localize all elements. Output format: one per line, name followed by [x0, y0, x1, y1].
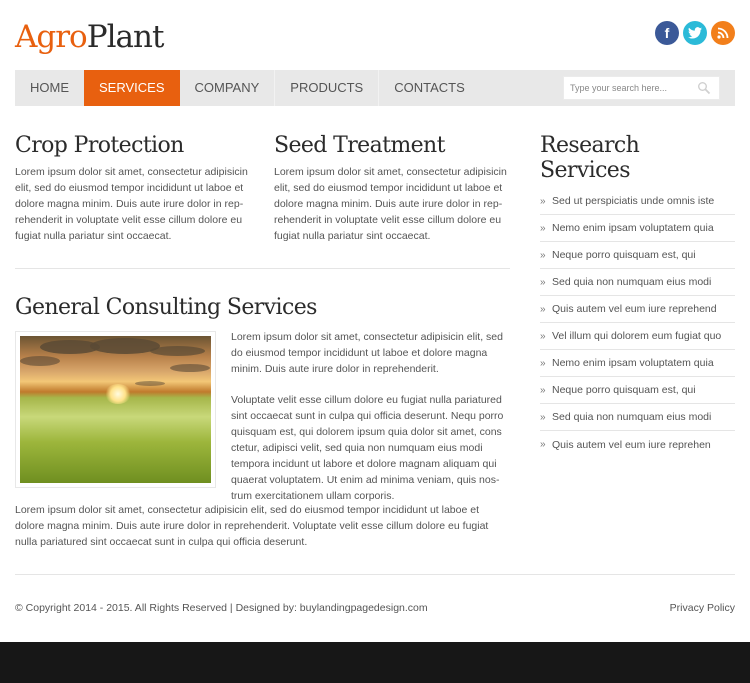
list-item[interactable]: » Sed quia non numquam eius modi	[540, 404, 735, 431]
list-item[interactable]: » Neque porro quisquam est, qui	[540, 377, 735, 404]
list-item[interactable]: » Nemo enim ipsam voluptatem quia	[540, 215, 735, 242]
list-item-label: Neque porro quisquam est, qui	[552, 384, 696, 396]
research-services-list: » Sed ut perspiciatis unde omnis iste » Ne…	[540, 188, 735, 458]
search-input[interactable]	[564, 77, 694, 99]
seed-treatment-section: Seed Treatment Lorem ipsum dolor sit ame…	[274, 133, 514, 244]
list-item[interactable]: » Sed ut perspiciatis unde omnis iste	[540, 188, 735, 215]
list-item-label: Nemo enim ipsam voluptatem quia	[552, 357, 714, 369]
list-item-label: Nemo enim ipsam voluptatem quia	[552, 222, 714, 234]
list-item-label: Quis autem vel eum iure reprehen	[552, 438, 711, 451]
bullet-icon: »	[540, 411, 546, 423]
footer-divider	[15, 574, 735, 575]
bullet-icon: »	[540, 439, 546, 450]
copyright-text: © Copyright 2014 - 2015. All Rights Rese…	[15, 602, 428, 614]
list-item[interactable]: » Vel illum qui dolorem eum fugiat quo	[540, 323, 735, 350]
list-item-label: Quis autem vel eum iure reprehend	[552, 303, 717, 315]
bullet-icon: »	[540, 330, 546, 342]
bullet-icon: »	[540, 222, 546, 234]
social-links: f	[655, 21, 735, 45]
bullet-icon: »	[540, 195, 546, 207]
general-consulting-para2: Voluptate velit esse cillum dolore eu fu…	[231, 394, 504, 502]
search-icon[interactable]	[697, 81, 711, 95]
crop-protection-text: Lorem ipsum dolor sit amet, consectetur …	[15, 166, 248, 242]
crop-protection-section: Crop Protection Lorem ipsum dolor sit am…	[15, 133, 255, 244]
nav-home[interactable]: HOME	[15, 70, 84, 106]
nav-products[interactable]: PRODUCTS	[275, 70, 380, 106]
nav-services[interactable]: SERVICES	[84, 70, 180, 106]
privacy-policy-link[interactable]: Privacy Policy	[670, 602, 735, 614]
twitter-icon[interactable]	[683, 21, 707, 45]
facebook-icon[interactable]: f	[655, 21, 679, 45]
research-services-sidebar: Research Services » Sed ut perspiciatis u…	[540, 133, 735, 458]
list-item[interactable]: » Nemo enim ipsam voluptatem quia	[540, 350, 735, 377]
bullet-icon: »	[540, 303, 546, 315]
general-consulting-body: Lorem ipsum dolor sit amet, consectetur …	[231, 329, 511, 504]
header: AgroPlant f	[0, 0, 750, 70]
general-consulting-title: General Consulting Services	[15, 295, 317, 320]
nav-contacts[interactable]: CONTACTS	[379, 70, 480, 106]
search-box	[563, 76, 720, 100]
list-item-label: Sed quia non numquam eius modi	[552, 276, 712, 288]
list-item[interactable]: » Quis autem vel eum iure reprehend	[540, 296, 735, 323]
main-nav: HOME SERVICES COMPANY PRODUCTS CONTACTS	[15, 70, 735, 106]
logo[interactable]: AgroPlant	[15, 17, 165, 57]
wheat-field-photo	[20, 336, 211, 483]
list-item-label: Neque porro quisquam est, qui	[552, 249, 696, 261]
section-divider	[15, 268, 510, 269]
general-consulting-para1: Lorem ipsum dolor sit amet, consectetur …	[231, 331, 503, 375]
general-consulting-section: General Consulting Services Lorem ipsum …	[15, 295, 510, 548]
seed-treatment-text: Lorem ipsum dolor sit amet, consectetur …	[274, 166, 507, 242]
bullet-icon: »	[540, 276, 546, 288]
bullet-icon: »	[540, 384, 546, 396]
list-item-label: Sed quia non numquam eius modi	[552, 411, 712, 423]
logo-plant: Plant	[86, 19, 165, 55]
logo-agro: Agro	[15, 19, 88, 55]
research-services-title: Research Services	[540, 133, 640, 183]
bottom-bar	[0, 642, 750, 683]
list-item-label: Vel illum qui dolorem eum fugiat quo	[552, 330, 722, 342]
seed-treatment-title: Seed Treatment	[274, 133, 445, 158]
wheat-field-image	[15, 331, 216, 488]
list-item-label: Sed ut perspiciatis unde omnis iste	[552, 195, 715, 207]
general-consulting-para3: Lorem ipsum dolor sit amet, consectetur …	[15, 504, 489, 548]
rss-icon[interactable]	[711, 21, 735, 45]
nav-company[interactable]: COMPANY	[180, 70, 276, 106]
crop-protection-title: Crop Protection	[15, 133, 184, 158]
bullet-icon: »	[540, 357, 546, 369]
list-item[interactable]: » Sed quia non numquam eius modi	[540, 269, 735, 296]
list-item[interactable]: » Quis autem vel eum iure reprehen	[540, 431, 735, 458]
list-item[interactable]: » Neque porro quisquam est, qui	[540, 242, 735, 269]
bullet-icon: »	[540, 249, 546, 261]
